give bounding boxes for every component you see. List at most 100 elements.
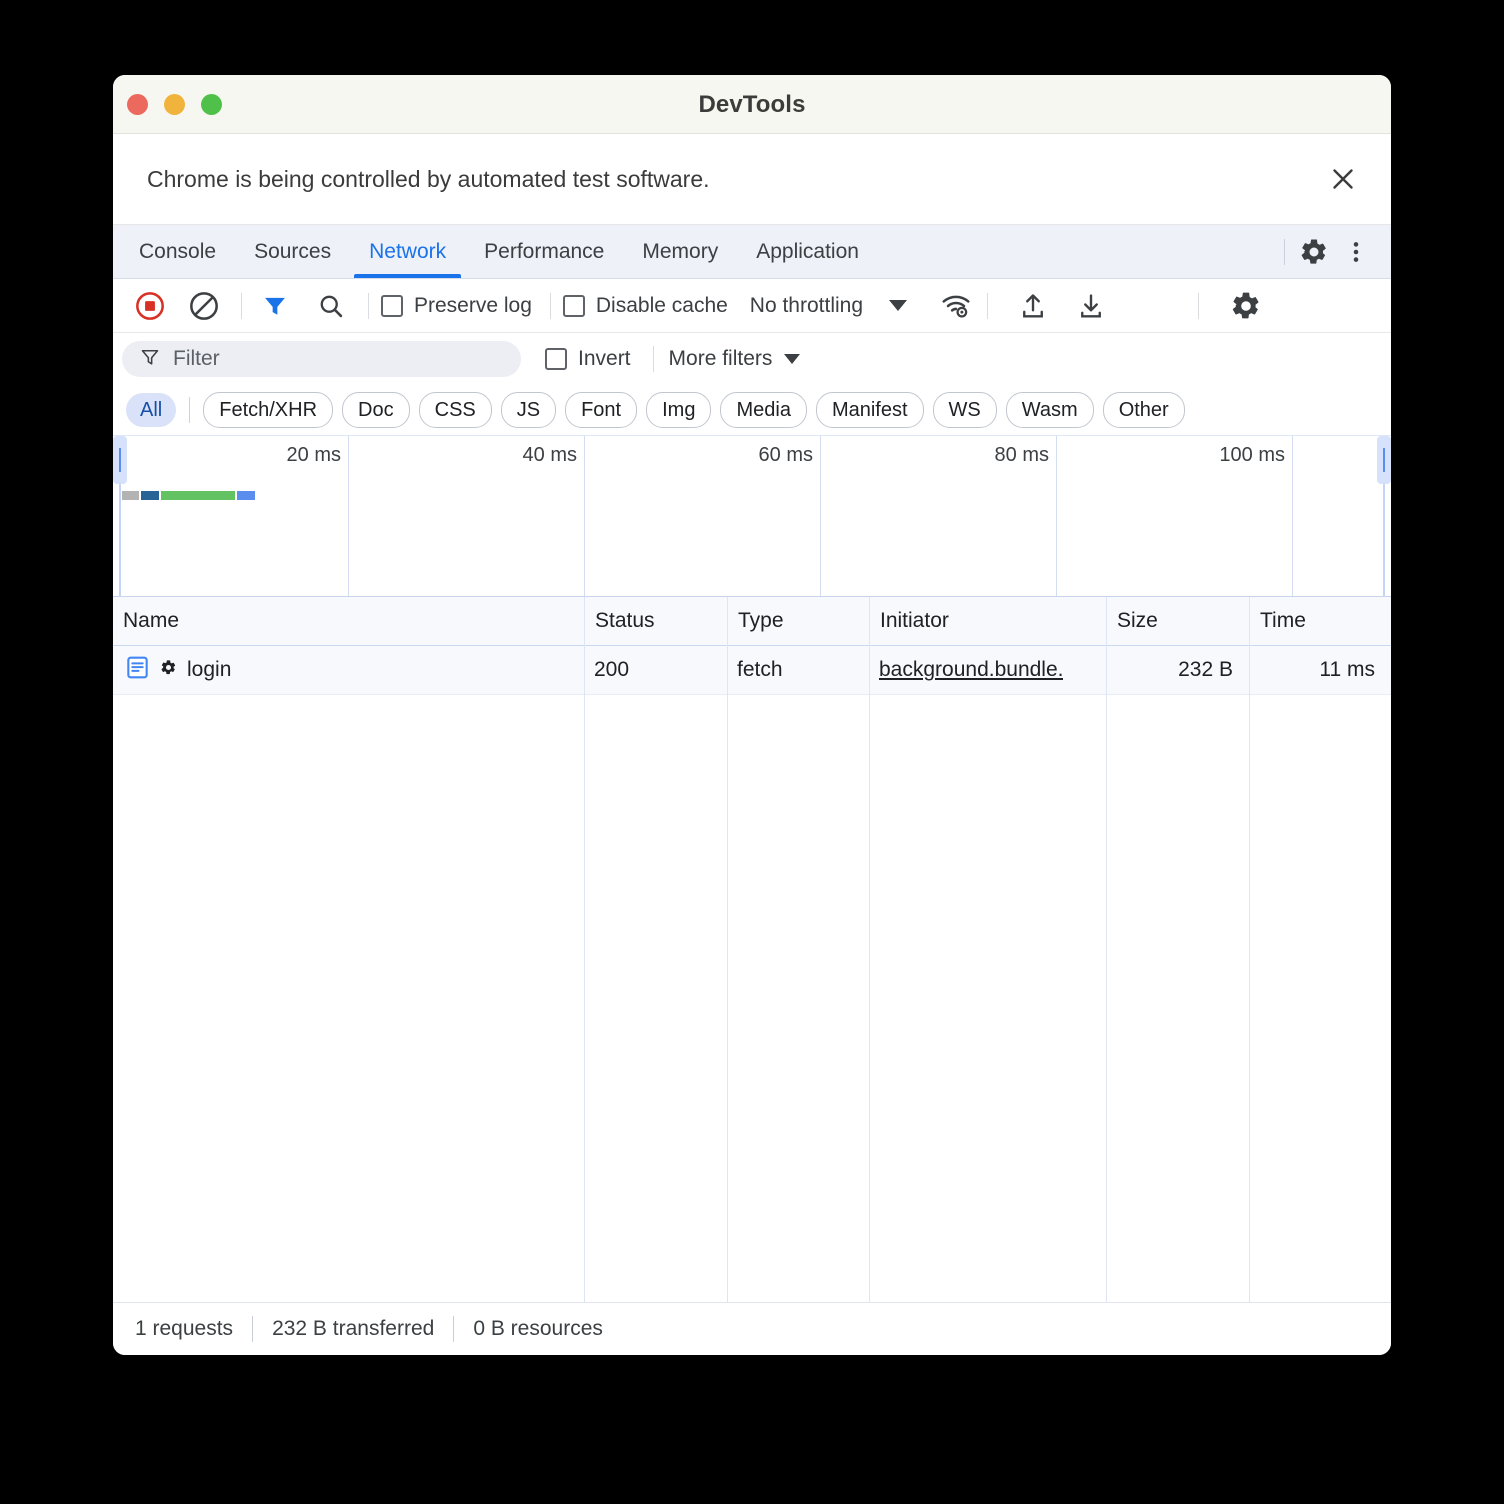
divider xyxy=(252,1316,254,1342)
chip-all[interactable]: All xyxy=(126,393,177,427)
overview-gridline xyxy=(1056,436,1057,596)
filter-icon[interactable] xyxy=(254,285,296,327)
time-value: 11 ms xyxy=(1319,658,1375,681)
record-stop-icon[interactable] xyxy=(129,285,171,327)
tab-sources[interactable]: Sources xyxy=(235,225,350,278)
handle-grip xyxy=(1383,448,1385,472)
chip-css[interactable]: CSS xyxy=(418,392,492,428)
more-filters-label: More filters xyxy=(668,347,773,370)
column-divider[interactable] xyxy=(869,597,870,1302)
chip-fetch-xhr[interactable]: Fetch/XHR xyxy=(203,392,334,428)
overview-waterfall-bar xyxy=(122,491,255,500)
cell-size: 232 B xyxy=(1106,646,1249,694)
chip-label: Fetch/XHR xyxy=(219,398,318,421)
column-header-label: Initiator xyxy=(880,609,949,632)
resources-size: 0 B resources xyxy=(473,1317,603,1340)
upload-icon[interactable] xyxy=(1012,285,1054,327)
chip-label: CSS xyxy=(434,398,476,421)
chip-doc[interactable]: Doc xyxy=(342,392,410,428)
tab-label: Console xyxy=(139,239,217,263)
column-header-label: Time xyxy=(1260,609,1306,632)
chip-label: JS xyxy=(516,398,541,421)
chip-manifest[interactable]: Manifest xyxy=(815,392,924,428)
tab-application[interactable]: Application xyxy=(737,225,878,278)
window-title: DevTools xyxy=(698,91,806,118)
overview-tick-label: 100 ms xyxy=(1219,444,1285,466)
resource-type-filters: All Fetch/XHR Doc CSS JS Font Img Media … xyxy=(113,385,1391,436)
cell-initiator: background.bundle. xyxy=(869,646,1106,694)
chip-js[interactable]: JS xyxy=(500,392,557,428)
clear-icon[interactable] xyxy=(183,285,225,327)
overview-gridline xyxy=(348,436,349,596)
divider xyxy=(453,1316,455,1342)
tab-label: Performance xyxy=(484,239,605,263)
checkbox-box xyxy=(562,294,585,317)
tab-performance[interactable]: Performance xyxy=(465,225,623,278)
network-settings-gear-icon[interactable] xyxy=(1225,285,1267,327)
chip-media[interactable]: Media xyxy=(720,392,807,428)
gear-icon[interactable] xyxy=(1293,231,1335,273)
gear-icon xyxy=(160,658,177,682)
overview-right-resize-handle[interactable] xyxy=(1377,436,1391,484)
overview-gridline xyxy=(584,436,585,596)
tab-label: Memory xyxy=(642,239,719,263)
column-header-time[interactable]: Time xyxy=(1249,597,1391,645)
devtools-panel-tabs: Console Sources Network Performance Memo… xyxy=(113,225,1391,279)
network-overview[interactable]: 20 ms 40 ms 60 ms 80 ms 100 ms xyxy=(113,436,1391,597)
initiator-link[interactable]: background.bundle. xyxy=(879,658,1063,682)
tab-console[interactable]: Console xyxy=(120,225,235,278)
automation-banner-text: Chrome is being controlled by automated … xyxy=(147,165,710,192)
chip-img[interactable]: Img xyxy=(646,392,712,428)
close-icon[interactable] xyxy=(1325,161,1361,197)
chip-font[interactable]: Font xyxy=(565,392,638,428)
requests-table: Name Status Type Initiator Size Time log… xyxy=(113,597,1391,1302)
tab-memory[interactable]: Memory xyxy=(623,225,737,278)
preserve-log-checkbox[interactable]: Preserve log xyxy=(381,294,532,318)
column-header-initiator[interactable]: Initiator xyxy=(869,597,1106,645)
table-row[interactable]: login 200 fetch background.bundle. 232 B… xyxy=(113,646,1391,695)
filter-input[interactable]: Filter xyxy=(122,341,521,377)
column-header-type[interactable]: Type xyxy=(727,597,869,645)
handle-grip xyxy=(119,448,121,472)
column-header-size[interactable]: Size xyxy=(1106,597,1249,645)
column-header-label: Name xyxy=(123,609,180,632)
overview-tick-label: 20 ms xyxy=(286,444,341,466)
column-divider[interactable] xyxy=(727,597,728,1302)
cell-name[interactable]: login xyxy=(113,646,584,694)
overview-left-resize-handle[interactable] xyxy=(113,436,127,484)
chip-wasm[interactable]: Wasm xyxy=(1005,392,1094,428)
tab-label: Network xyxy=(369,239,447,263)
column-header-name[interactable]: Name xyxy=(113,597,584,645)
filter-input-placeholder: Filter xyxy=(173,347,220,370)
requests-count: 1 requests xyxy=(135,1317,234,1340)
overview-gridline xyxy=(1292,436,1293,596)
chip-ws[interactable]: WS xyxy=(932,392,997,428)
kebab-menu-icon[interactable] xyxy=(1335,231,1377,273)
column-header-label: Size xyxy=(1117,609,1158,632)
status-value: 200 xyxy=(594,658,630,681)
panel-tabs-actions xyxy=(1276,225,1391,278)
waterfall-segment-stalled xyxy=(141,491,159,500)
disable-cache-checkbox[interactable]: Disable cache xyxy=(562,294,728,318)
chip-other[interactable]: Other xyxy=(1102,392,1185,428)
column-divider[interactable] xyxy=(584,597,585,1302)
table-header-row: Name Status Type Initiator Size Time xyxy=(113,597,1391,646)
overview-tick-label: 40 ms xyxy=(522,444,577,466)
column-divider[interactable] xyxy=(1106,597,1107,1302)
chip-label: Font xyxy=(581,398,622,421)
more-filters-dropdown[interactable]: More filters xyxy=(669,347,801,371)
column-divider[interactable] xyxy=(1249,597,1250,1302)
search-icon[interactable] xyxy=(310,285,352,327)
column-header-status[interactable]: Status xyxy=(584,597,727,645)
tab-network[interactable]: Network xyxy=(350,225,465,278)
invert-checkbox[interactable]: Invert xyxy=(545,347,631,371)
filter-icon xyxy=(139,346,161,373)
overview-tick-label: 60 ms xyxy=(758,444,813,466)
wifi-settings-icon[interactable] xyxy=(935,285,977,327)
throttling-dropdown[interactable]: No throttling xyxy=(750,294,908,318)
cell-time: 11 ms xyxy=(1249,646,1391,694)
size-value: 232 B xyxy=(1178,658,1233,681)
download-icon[interactable] xyxy=(1070,285,1112,327)
chip-label: All xyxy=(140,398,163,421)
preserve-log-label: Preserve log xyxy=(414,293,532,317)
